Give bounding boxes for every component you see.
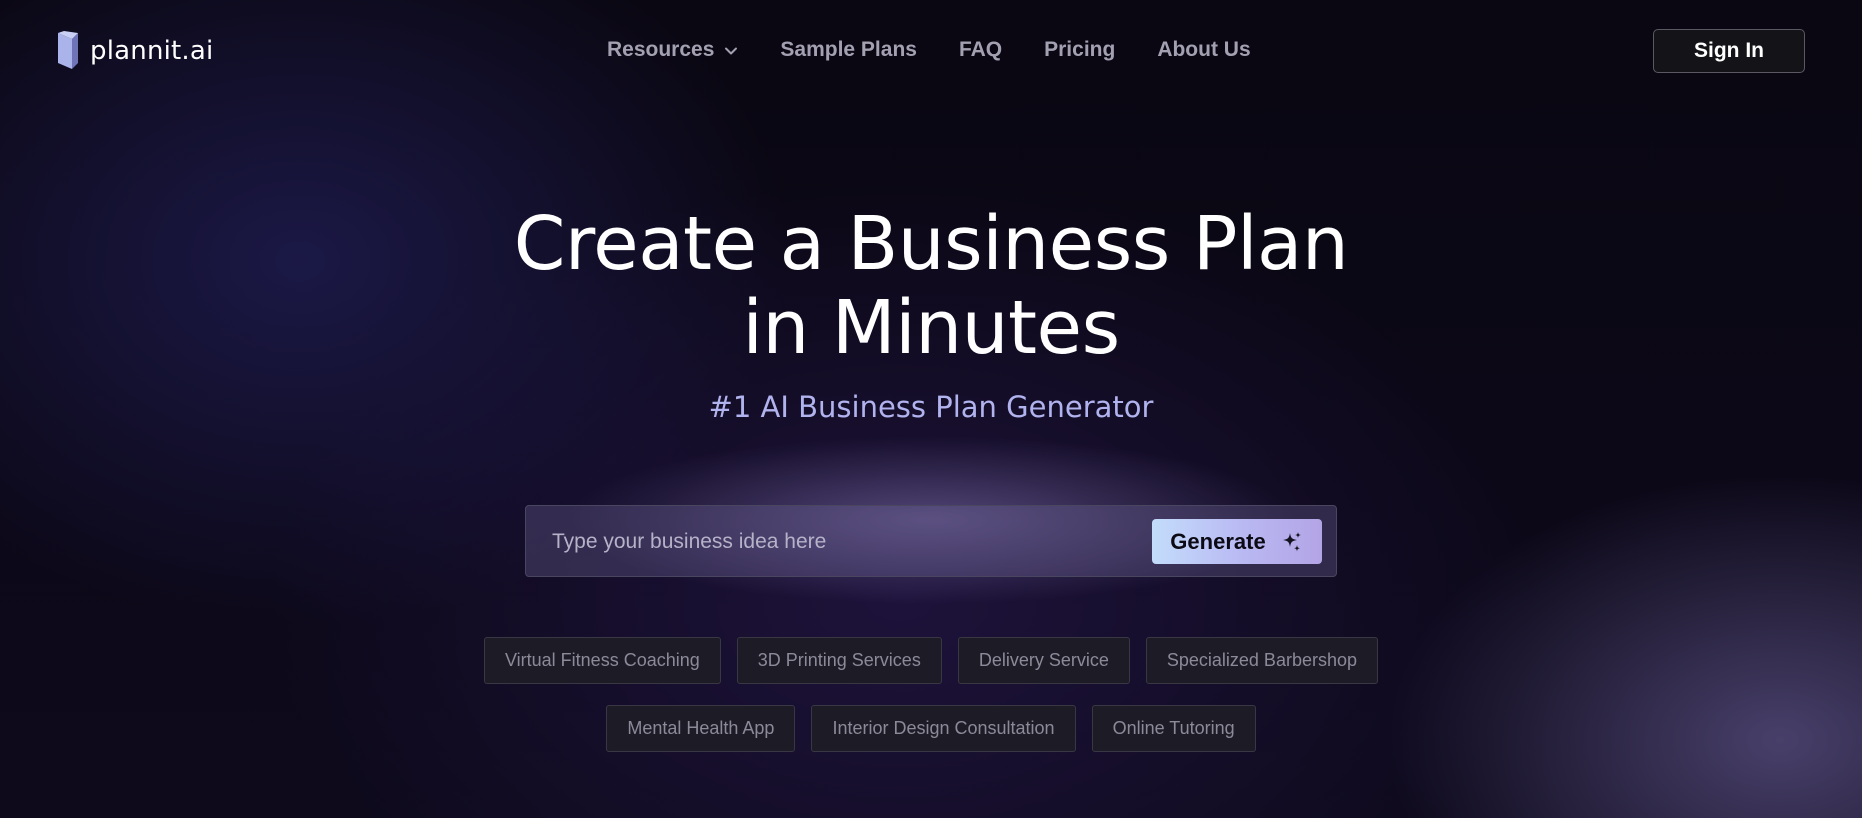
business-idea-input[interactable] [550, 522, 1154, 562]
plannit-logo-icon [58, 31, 78, 69]
nav-item-pricing[interactable]: Pricing [1044, 38, 1115, 62]
nav-item-label: Pricing [1044, 38, 1116, 61]
sign-in-button[interactable]: Sign In [1653, 29, 1805, 73]
brand-logo[interactable]: plannit.ai [56, 31, 213, 71]
suggestion-chip[interactable]: Interior Design Consultation [811, 705, 1076, 752]
suggestion-chips-row: Mental Health App Interior Design Consul… [0, 705, 1862, 752]
chevron-down-icon [725, 47, 738, 55]
sparkle-icon [1282, 531, 1301, 551]
suggestion-chip[interactable]: 3D Printing Services [736, 637, 942, 684]
hero-title-line2: in Minutes [742, 285, 1120, 371]
generate-button-label: Generate [1170, 528, 1266, 554]
nav-item-label: FAQ [958, 38, 1003, 61]
business-idea-form: Generate [525, 505, 1337, 577]
suggestion-chip[interactable]: Specialized Barbershop [1145, 637, 1378, 684]
hero-title-line1: Create a Business Plan [513, 201, 1349, 287]
main-nav: Resources Sample Plans FAQ Pricing About… [607, 38, 1251, 62]
nav-item-label: Resources [607, 38, 715, 61]
nav-item-resources[interactable]: Resources [607, 38, 738, 62]
nav-item-faq[interactable]: FAQ [959, 38, 1002, 62]
hero-title: Create a Business Plan in Minutes [0, 202, 1862, 370]
nav-item-label: About Us [1157, 38, 1251, 61]
suggestion-chip[interactable]: Mental Health App [606, 705, 796, 752]
nav-item-label: Sample Plans [780, 38, 917, 61]
hero-subtitle: #1 AI Business Plan Generator [708, 390, 1154, 424]
suggestion-chip[interactable]: Online Tutoring [1091, 705, 1256, 752]
suggestion-chips-row: Virtual Fitness Coaching 3D Printing Ser… [0, 637, 1862, 684]
brand-name: plannit.ai [90, 36, 214, 66]
nav-item-about-us[interactable]: About Us [1157, 38, 1250, 62]
nav-item-sample-plans[interactable]: Sample Plans [780, 38, 917, 62]
generate-button[interactable]: Generate [1152, 519, 1322, 564]
suggestion-chip[interactable]: Delivery Service [957, 637, 1130, 684]
suggestion-chip[interactable]: Virtual Fitness Coaching [483, 637, 721, 684]
